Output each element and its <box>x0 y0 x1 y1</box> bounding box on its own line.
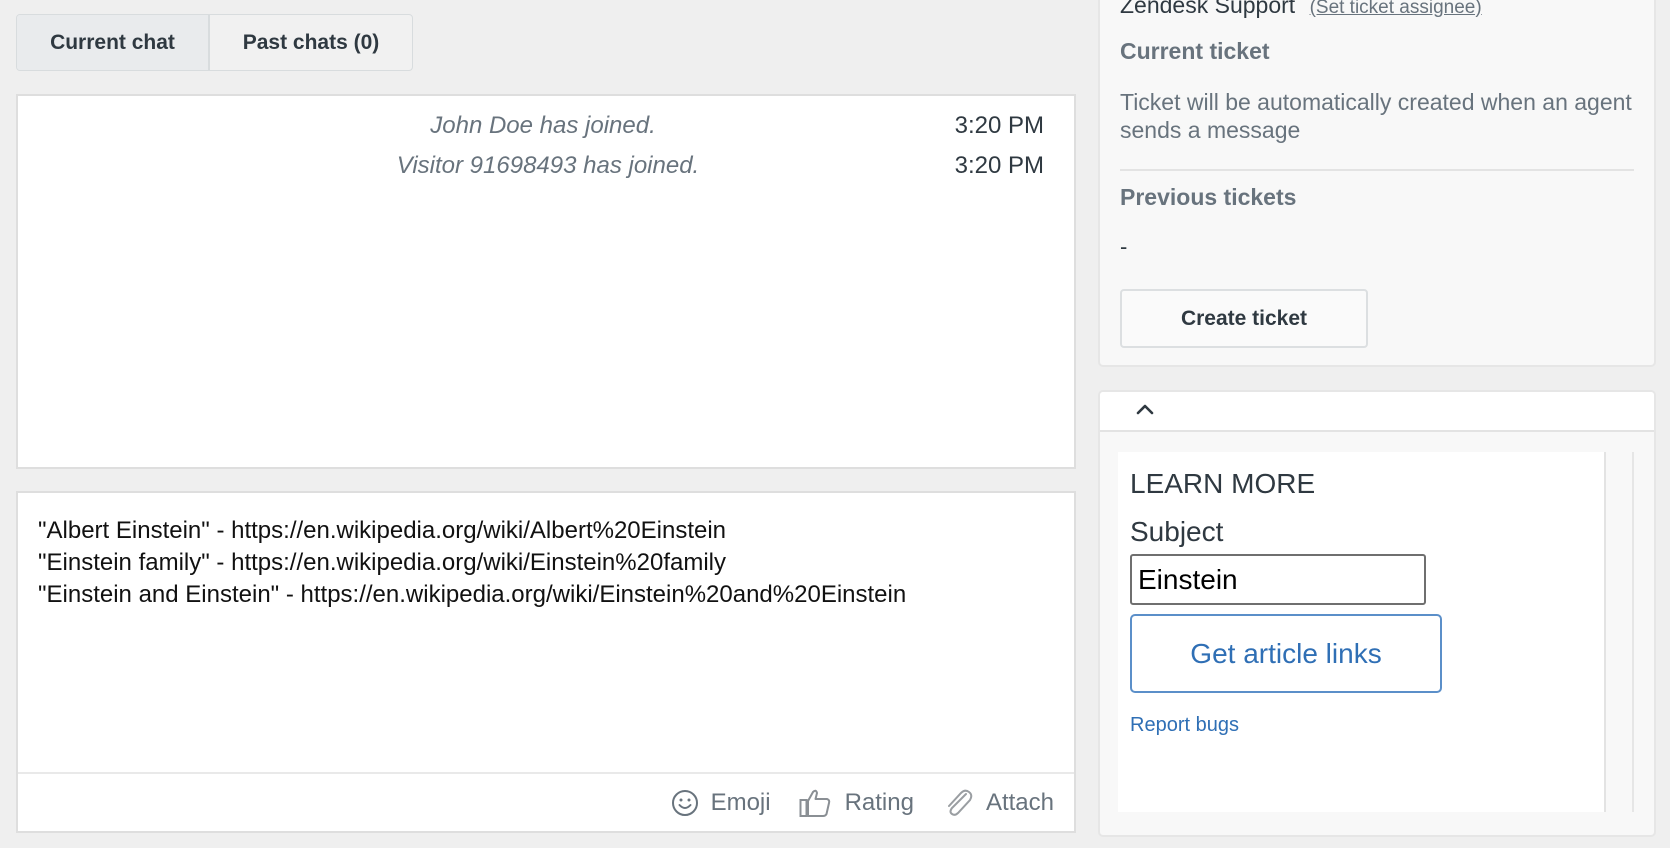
learn-more-app: LEARN MORE Subject Get article links Rep… <box>1118 452 1606 812</box>
get-article-links-button[interactable]: Get article links <box>1130 614 1442 693</box>
message-text: John Doe has joined. <box>430 112 656 139</box>
learn-more-heading: LEARN MORE <box>1130 468 1316 499</box>
app-panel: LEARN MORE Subject Get article links Rep… <box>1098 390 1656 837</box>
tab-past-chats[interactable]: Past chats (0) <box>210 15 412 70</box>
zendesk-support-label: Zendesk Support <box>1120 0 1296 18</box>
create-ticket-button[interactable]: Create ticket <box>1120 289 1368 348</box>
thumbs-up-icon <box>799 789 830 817</box>
message-composer: "Albert Einstein" - https://en.wikipedia… <box>16 491 1076 833</box>
report-bugs-link[interactable]: Report bugs <box>1130 714 1239 737</box>
composer-toolbar: Emoji Rating Attach <box>18 772 1074 831</box>
chat-tabs: Current chat Past chats (0) <box>16 14 413 71</box>
message-time: 3:20 PM <box>954 112 1044 139</box>
message-time: 3:20 PM <box>954 152 1044 179</box>
attach-button[interactable]: Attach <box>942 787 1054 819</box>
subject-input[interactable] <box>1130 554 1426 605</box>
rating-label: Rating <box>844 788 914 816</box>
emoji-button[interactable]: Emoji <box>671 789 771 817</box>
message-input[interactable]: "Albert Einstein" - https://en.wikipedia… <box>38 515 1054 611</box>
chat-message: Visitor 91698493 has joined. 3:20 PM <box>18 152 1074 182</box>
app-panel-header <box>1100 392 1654 432</box>
attach-label: Attach <box>985 788 1054 816</box>
chevron-up-icon[interactable] <box>1136 402 1154 416</box>
subject-label: Subject <box>1130 516 1224 547</box>
app-scrollbar[interactable] <box>1632 452 1634 812</box>
chat-log[interactable]: John Doe has joined. 3:20 PM Visitor 916… <box>16 94 1076 469</box>
zendesk-support-row: Zendesk Support (Set ticket assignee) <box>1120 0 1482 19</box>
tab-current-chat[interactable]: Current chat <box>17 15 210 70</box>
message-text: Visitor 91698493 has joined. <box>396 152 700 179</box>
smiley-icon <box>671 789 698 816</box>
set-ticket-assignee-link[interactable]: (Set ticket assignee) <box>1310 0 1482 18</box>
current-ticket-title: Current ticket <box>1120 38 1270 64</box>
rating-button[interactable]: Rating <box>799 788 914 818</box>
current-ticket-description: Ticket will be automatically created whe… <box>1120 89 1632 143</box>
emoji-label: Emoji <box>710 788 771 816</box>
ticket-panel: Zendesk Support (Set ticket assignee) Cu… <box>1098 0 1656 367</box>
previous-tickets-value: - <box>1120 234 1128 259</box>
paperclip-icon <box>947 789 973 816</box>
section-divider <box>1120 169 1634 171</box>
chat-message: John Doe has joined. 3:20 PM <box>18 112 1074 142</box>
previous-tickets-title: Previous tickets <box>1120 184 1297 210</box>
